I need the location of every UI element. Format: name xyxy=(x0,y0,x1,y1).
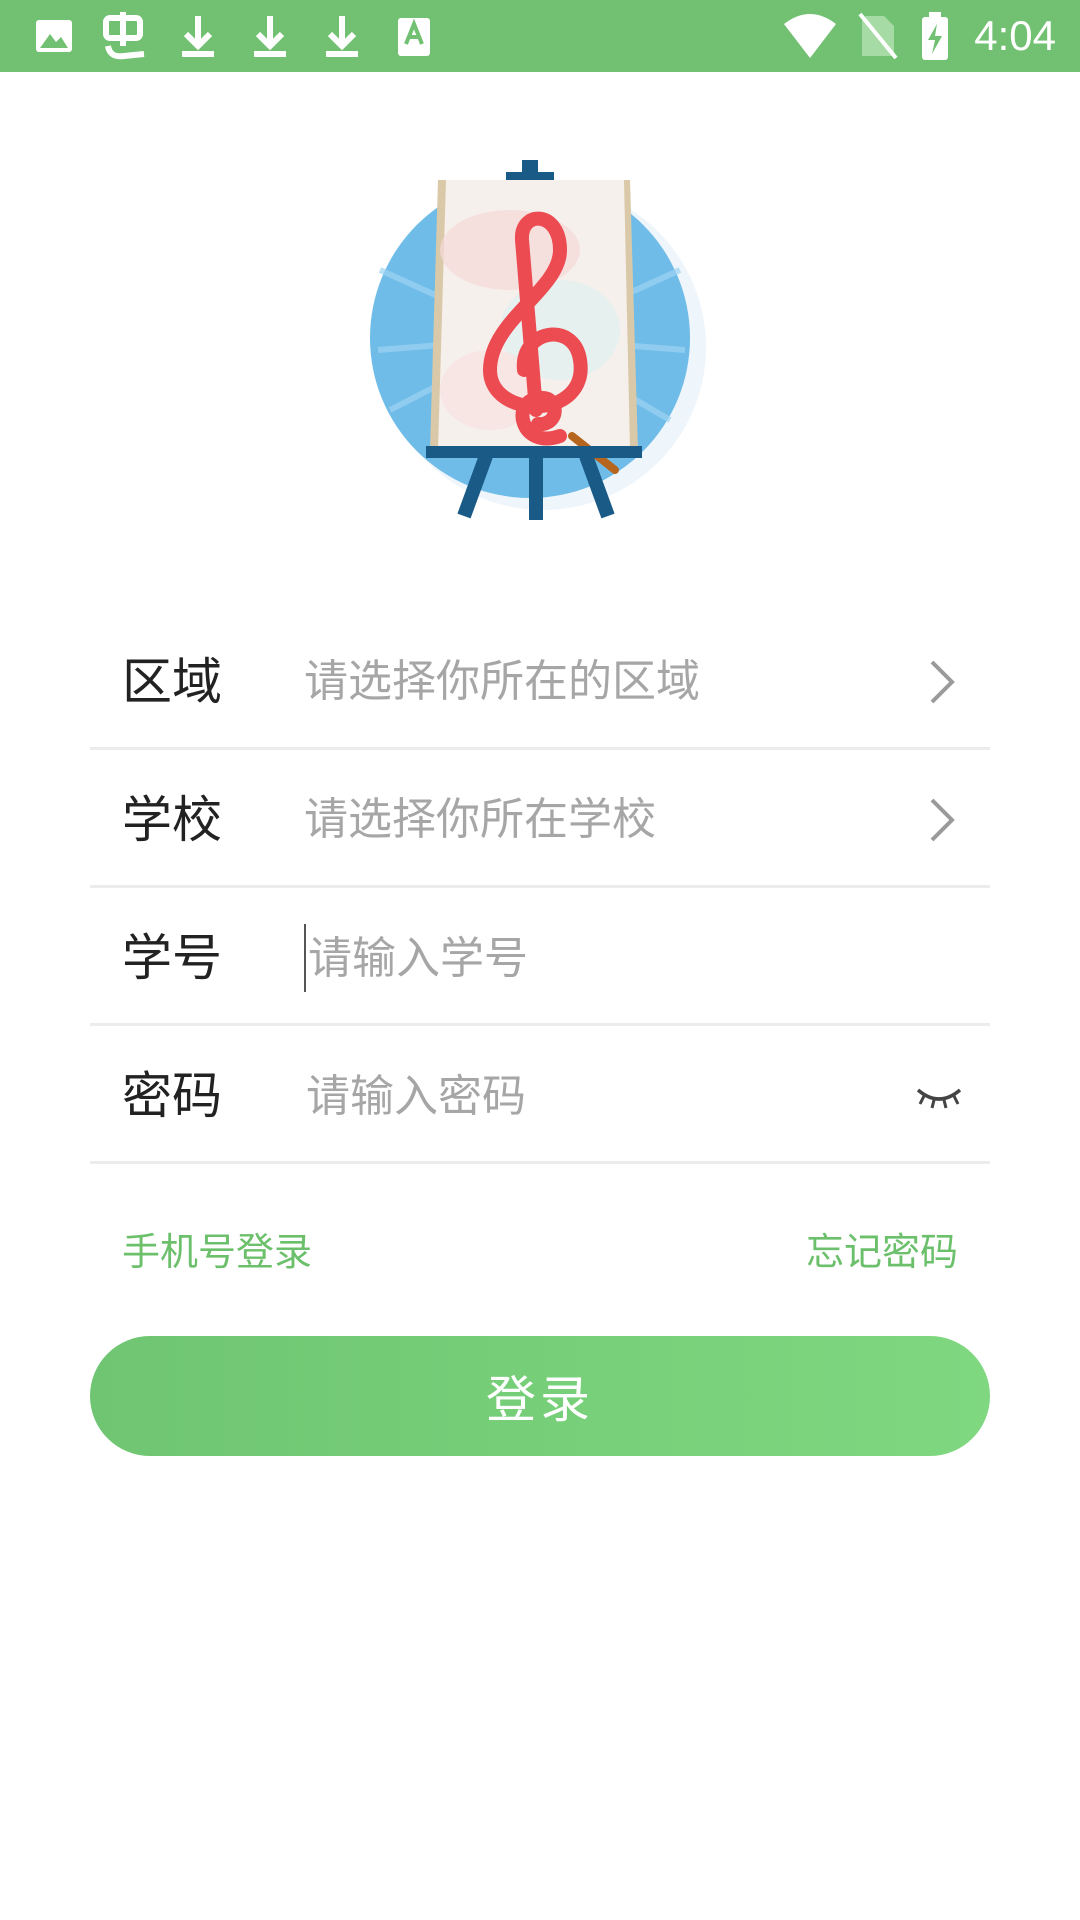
text-icon xyxy=(398,18,430,56)
password-input[interactable] xyxy=(304,1062,866,1130)
region-label: 区域 xyxy=(122,653,222,711)
chevron-right-icon[interactable] xyxy=(920,796,964,844)
status-time: 4:04 xyxy=(974,12,1056,59)
school-label: 学校 xyxy=(122,791,222,849)
wifi-icon xyxy=(784,14,836,58)
download-icon xyxy=(182,16,214,57)
status-bar: 4:04 xyxy=(0,0,1080,72)
download-icon xyxy=(254,16,286,57)
password-row: 密码 xyxy=(90,1028,990,1164)
region-row[interactable]: 区域 请选择你所在的区域 xyxy=(90,614,990,750)
school-selector[interactable]: 请选择你所在学校 xyxy=(304,752,884,888)
password-label: 密码 xyxy=(122,1067,222,1125)
chevron-right-icon[interactable] xyxy=(920,658,964,706)
student-id-row: 学号 xyxy=(90,890,990,1026)
battery-charging-icon xyxy=(922,12,948,60)
eye-closed-icon[interactable] xyxy=(914,1076,964,1116)
student-id-input[interactable] xyxy=(304,924,868,992)
no-sim-icon xyxy=(858,12,898,60)
treble-clef-easel-icon xyxy=(370,160,706,520)
app-notification-icon xyxy=(103,12,145,60)
login-button[interactable]: 登录 xyxy=(90,1336,990,1456)
forgot-password-link[interactable]: 忘记密码 xyxy=(806,1222,958,1282)
image-icon xyxy=(36,20,72,52)
school-row[interactable]: 学校 请选择你所在学校 xyxy=(90,752,990,888)
student-id-label: 学号 xyxy=(122,929,222,987)
phone-login-link[interactable]: 手机号登录 xyxy=(122,1222,312,1282)
region-selector[interactable]: 请选择你所在的区域 xyxy=(304,614,884,750)
download-icon xyxy=(326,16,358,57)
